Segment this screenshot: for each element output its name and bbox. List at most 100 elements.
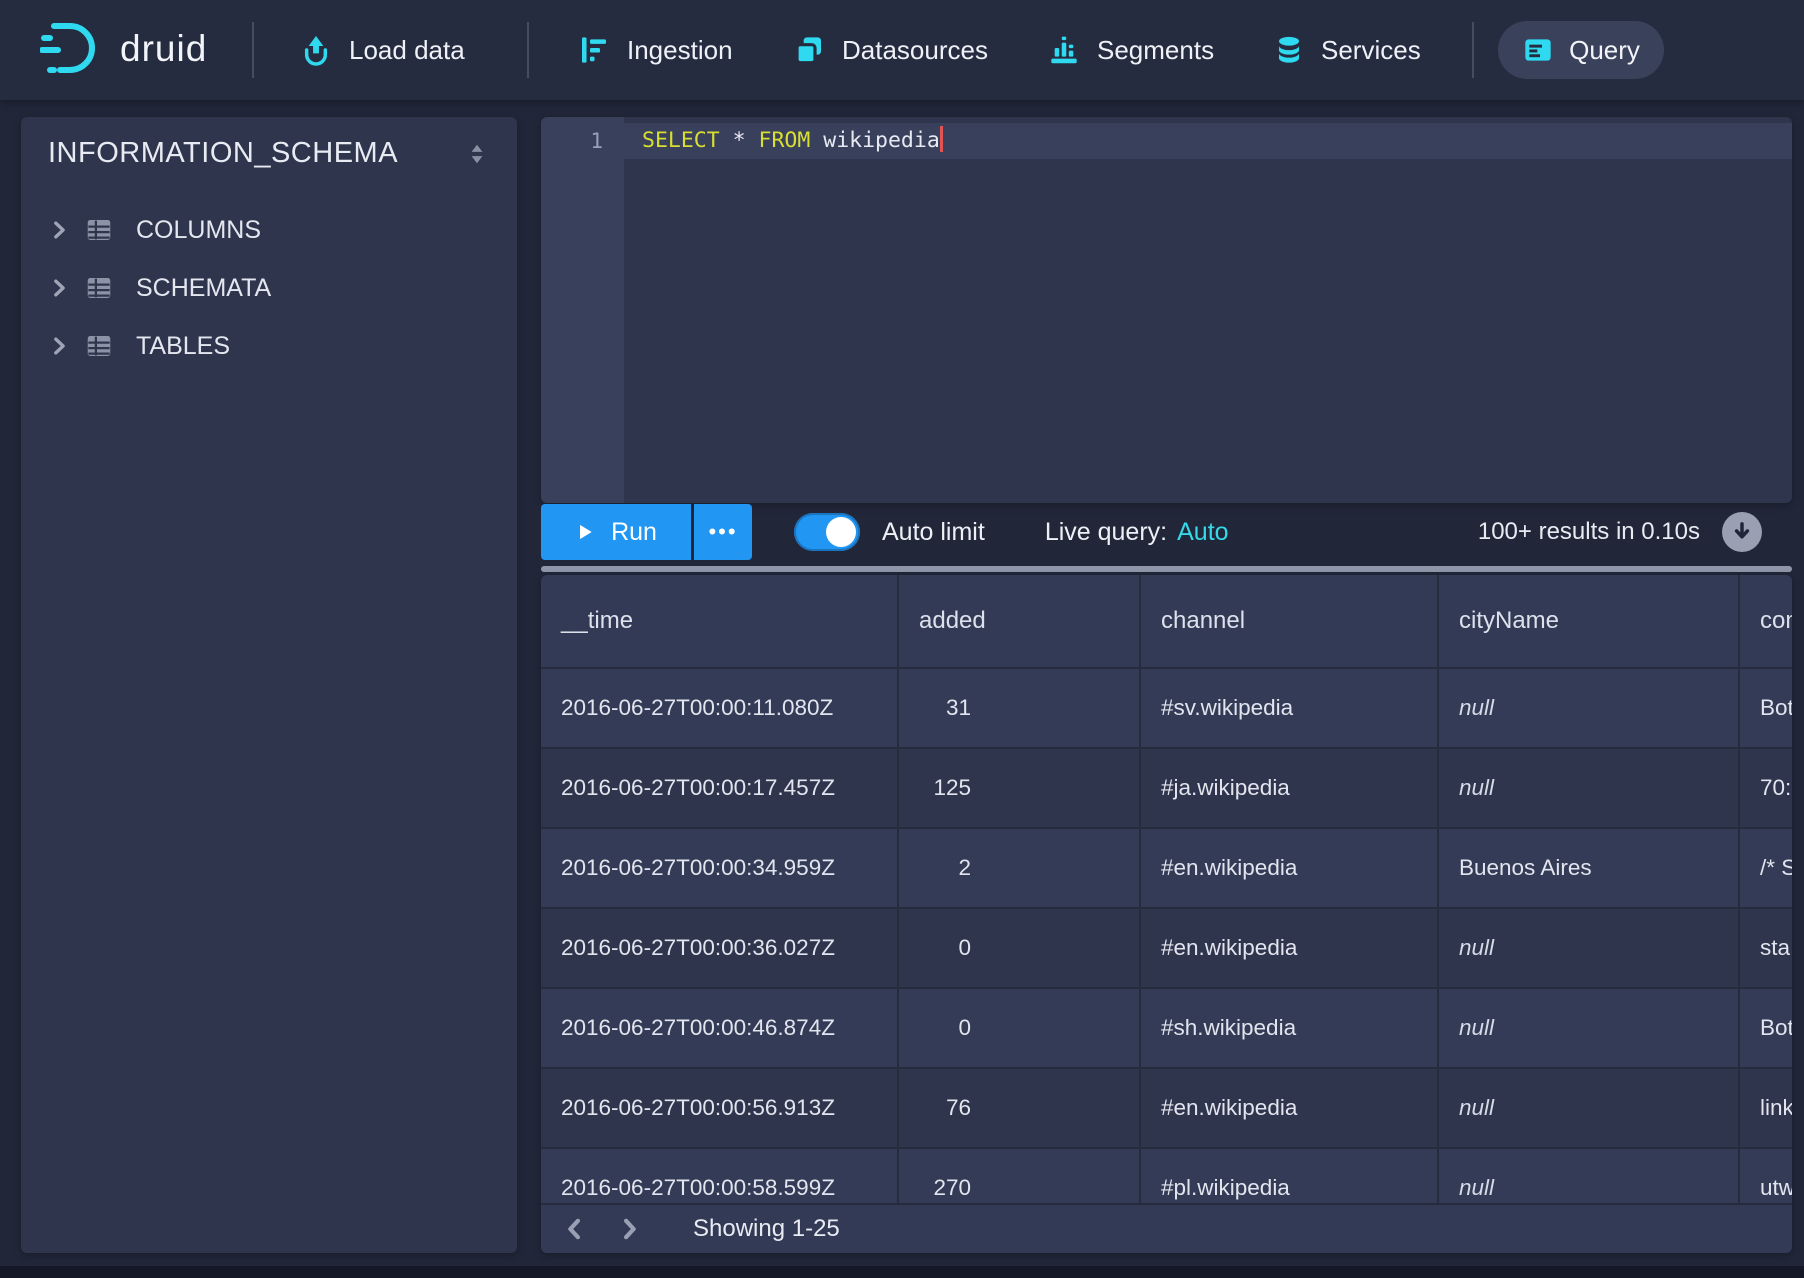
- cell-value: #sv.wikipedia: [1161, 695, 1293, 721]
- nav-item-datasources[interactable]: Datasources: [793, 0, 988, 100]
- cell-time[interactable]: 2016-06-27T00:00:56.913Z: [541, 1069, 899, 1147]
- cell-time[interactable]: 2016-06-27T00:00:46.874Z: [541, 989, 899, 1067]
- cell-channel[interactable]: #sh.wikipedia: [1141, 989, 1439, 1067]
- cell-value: #en.wikipedia: [1161, 855, 1297, 881]
- sidebar-item-label: TABLES: [136, 332, 230, 361]
- live-query-value[interactable]: Auto: [1177, 518, 1228, 547]
- sidebar-item-schemata[interactable]: SCHEMATA: [48, 266, 490, 310]
- cell-value: 0: [958, 935, 971, 961]
- cell-cityname[interactable]: null: [1439, 909, 1740, 987]
- horizontal-scrollbar[interactable]: [541, 566, 1792, 572]
- cell-comment[interactable]: sta: [1740, 909, 1792, 987]
- results-header-row: __time added channel cityName comment: [541, 575, 1792, 667]
- nav-item-load-data[interactable]: Load data: [300, 0, 465, 100]
- cell-value: /* S: [1760, 855, 1792, 881]
- auto-limit-label: Auto limit: [882, 518, 985, 547]
- cell-channel[interactable]: #en.wikipedia: [1141, 1069, 1439, 1147]
- cell-time[interactable]: 2016-06-27T00:00:34.959Z: [541, 829, 899, 907]
- cell-added[interactable]: 31: [899, 669, 1141, 747]
- cell-cityname[interactable]: null: [1439, 749, 1740, 827]
- column-header-cityname[interactable]: cityName: [1439, 575, 1740, 667]
- table-row[interactable]: 2016-06-27T00:00:46.874Z 0 #sh.wikipedia…: [541, 987, 1792, 1067]
- cell-comment[interactable]: Bot: [1740, 669, 1792, 747]
- column-header-time[interactable]: __time: [541, 575, 899, 667]
- download-results-button[interactable]: [1722, 512, 1762, 552]
- cell-comment[interactable]: link: [1740, 1069, 1792, 1147]
- sql-query-text[interactable]: SELECT * FROM wikipedia: [642, 123, 943, 159]
- cell-channel[interactable]: #ja.wikipedia: [1141, 749, 1439, 827]
- druid-logo[interactable]: druid: [40, 18, 207, 80]
- chevron-right-icon[interactable]: [48, 219, 70, 241]
- cell-cityname[interactable]: Buenos Aires: [1439, 829, 1740, 907]
- cell-added[interactable]: 2: [899, 829, 1141, 907]
- cell-comment[interactable]: /* S: [1740, 829, 1792, 907]
- cell-added[interactable]: 0: [899, 909, 1141, 987]
- cell-comment[interactable]: utw: [1740, 1149, 1792, 1205]
- cell-value: 2016-06-27T00:00:46.874Z: [561, 1015, 835, 1041]
- database-icon: [1274, 34, 1304, 66]
- table-grid-icon: [84, 215, 114, 245]
- cell-cityname[interactable]: null: [1439, 1069, 1740, 1147]
- results-rows: 2016-06-27T00:00:11.080Z 31 #sv.wikipedi…: [541, 667, 1792, 1205]
- cell-channel[interactable]: #en.wikipedia: [1141, 829, 1439, 907]
- table-row[interactable]: 2016-06-27T00:00:34.959Z 2 #en.wikipedia…: [541, 827, 1792, 907]
- table-row[interactable]: 2016-06-27T00:00:58.599Z 270 #pl.wikiped…: [541, 1147, 1792, 1205]
- table-row[interactable]: 2016-06-27T00:00:17.457Z 125 #ja.wikiped…: [541, 747, 1792, 827]
- cell-channel[interactable]: #en.wikipedia: [1141, 909, 1439, 987]
- cell-value: link: [1760, 1095, 1792, 1121]
- cell-value: 2016-06-27T00:00:11.080Z: [561, 695, 833, 721]
- live-query-label: Live query:: [1045, 518, 1167, 547]
- cell-channel[interactable]: #pl.wikipedia: [1141, 1149, 1439, 1205]
- run-button[interactable]: Run: [541, 504, 691, 560]
- chevron-right-icon[interactable]: [48, 277, 70, 299]
- ingestion-chart-icon: [578, 34, 610, 66]
- column-header-channel[interactable]: channel: [1141, 575, 1439, 667]
- cell-time[interactable]: 2016-06-27T00:00:11.080Z: [541, 669, 899, 747]
- cell-value: 270: [933, 1175, 971, 1201]
- table-row[interactable]: 2016-06-27T00:00:11.080Z 31 #sv.wikipedi…: [541, 667, 1792, 747]
- cell-added[interactable]: 0: [899, 989, 1141, 1067]
- cell-cityname[interactable]: null: [1439, 989, 1740, 1067]
- cell-value: Buenos Aires: [1459, 855, 1592, 881]
- column-header-added[interactable]: added: [899, 575, 1141, 667]
- chevron-right-icon: [626, 1221, 634, 1237]
- nav-item-services[interactable]: Services: [1274, 0, 1421, 100]
- cell-cityname[interactable]: null: [1439, 669, 1740, 747]
- cell-comment[interactable]: Bot: [1740, 989, 1792, 1067]
- cell-cityname[interactable]: null: [1439, 1149, 1740, 1205]
- table-row[interactable]: 2016-06-27T00:00:56.913Z 76 #en.wikipedi…: [541, 1067, 1792, 1147]
- run-more-button[interactable]: •••: [694, 504, 752, 560]
- table-row[interactable]: 2016-06-27T00:00:36.027Z 0 #en.wikipedia…: [541, 907, 1792, 987]
- nav-item-ingestion[interactable]: Ingestion: [578, 0, 733, 100]
- chevron-right-icon[interactable]: [48, 335, 70, 357]
- cell-added[interactable]: 76: [899, 1069, 1141, 1147]
- nav-item-segments[interactable]: Segments: [1048, 0, 1214, 100]
- schema-selector[interactable]: INFORMATION_SCHEMA: [48, 137, 490, 170]
- cell-value: Bot: [1760, 1015, 1792, 1041]
- cell-time[interactable]: 2016-06-27T00:00:17.457Z: [541, 749, 899, 827]
- sql-editor[interactable]: 1 SELECT * FROM wikipedia: [541, 117, 1792, 503]
- nav-item-query-active[interactable]: Query: [1498, 21, 1664, 79]
- sidebar-item-tables[interactable]: TABLES: [48, 324, 490, 368]
- sql-keyword: FROM: [759, 128, 811, 153]
- nav-separator: [1472, 22, 1474, 78]
- cell-time[interactable]: 2016-06-27T00:00:36.027Z: [541, 909, 899, 987]
- nav-item-label: Load data: [349, 35, 465, 66]
- nav-separator: [252, 22, 254, 78]
- column-header-comment[interactable]: comment: [1740, 575, 1792, 667]
- double-caret-vertical-icon[interactable]: [464, 141, 490, 167]
- auto-limit-toggle[interactable]: [794, 513, 860, 551]
- next-page-button[interactable]: [607, 1207, 651, 1251]
- sql-star: *: [733, 128, 746, 153]
- cell-value: #ja.wikipedia: [1161, 775, 1290, 801]
- cell-added[interactable]: 125: [899, 749, 1141, 827]
- cell-comment[interactable]: 70:: [1740, 749, 1792, 827]
- text-cursor: [940, 126, 943, 152]
- cell-time[interactable]: 2016-06-27T00:00:58.599Z: [541, 1149, 899, 1205]
- prev-page-button[interactable]: [553, 1207, 597, 1251]
- cell-value: 2016-06-27T00:00:34.959Z: [561, 855, 835, 881]
- sidebar-item-columns[interactable]: COLUMNS: [48, 208, 490, 252]
- cell-channel[interactable]: #sv.wikipedia: [1141, 669, 1439, 747]
- cell-value: utw: [1760, 1175, 1792, 1201]
- cell-added[interactable]: 270: [899, 1149, 1141, 1205]
